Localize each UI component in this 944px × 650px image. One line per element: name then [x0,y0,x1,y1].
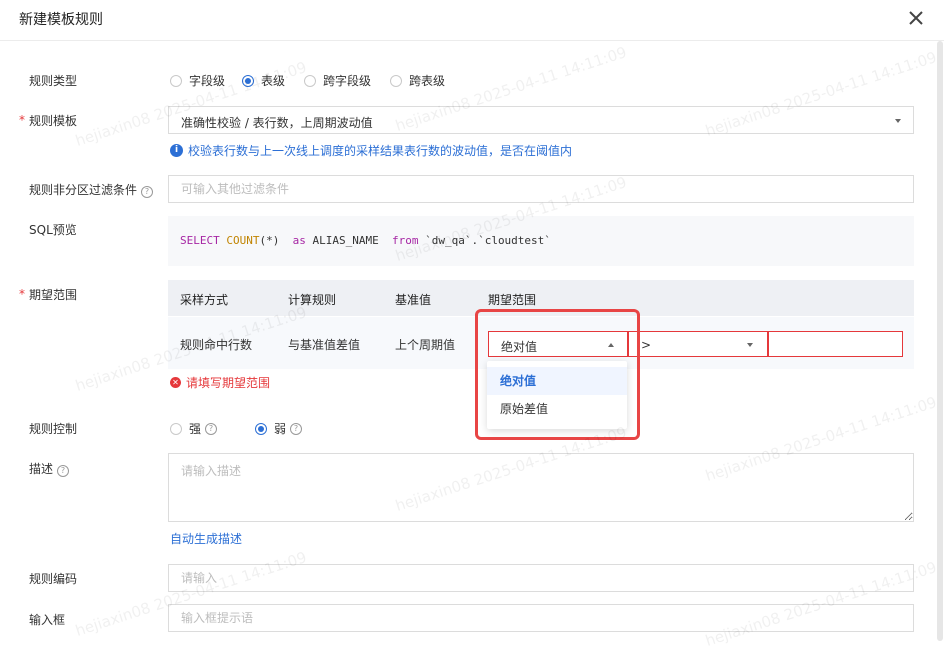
option-raw-diff[interactable]: 原始差值 [487,395,627,423]
range-error: ✕ 请填写期望范围 [170,374,270,391]
code-label: 规则编码 [29,572,78,586]
dialog-title: 新建模板规则 [19,12,103,28]
rule-type-label: 规则类型 [29,74,78,88]
code-input[interactable] [168,564,914,592]
range-value-input[interactable] [768,331,903,357]
radio-cross-table-level[interactable]: 跨表级 [390,72,445,89]
help-icon: ? [141,186,154,198]
expected-range-label: 期望范围 [29,288,78,302]
help-icon: ? [290,422,303,435]
sql-preview-label: SQL预览 [29,223,77,237]
template-hint: i 校验表行数与上一次线上调度的采样结果表行数的波动值，是否在阈值内 [170,142,572,159]
range-type-dropdown: 绝对值 原始差值 [487,361,627,429]
input-box-label: 输入框 [29,613,66,627]
help-icon: ? [57,465,70,477]
help-icon: ? [205,422,218,435]
close-icon[interactable] [906,8,926,28]
radio-table-level[interactable]: 表级 [242,72,285,89]
error-icon: ✕ [170,377,181,388]
description-textarea[interactable] [168,453,914,522]
rule-template-label: 规则模板 [29,114,78,128]
chevron-down-icon [895,119,901,123]
table-header: 采样方式 计算规则 基准值 期望范围 [168,280,914,316]
radio-field-level[interactable]: 字段级 [170,72,225,89]
rule-template-select[interactable]: 准确性校验 / 表行数，上周期波动值 [168,106,914,134]
input-box[interactable] [168,604,914,632]
radio-strong[interactable]: 强? [170,420,218,437]
filter-input[interactable] [168,175,914,203]
dialog-header: 新建模板规则 [0,0,944,41]
filter-label: 规则非分区过滤条件? [29,181,154,198]
scrollbar[interactable] [937,41,943,641]
chevron-down-icon [747,343,753,347]
radio-cross-field-level[interactable]: 跨字段级 [304,72,371,89]
radio-weak[interactable]: 弱? [255,420,303,437]
option-absolute[interactable]: 绝对值 [487,367,627,395]
chevron-up-icon [608,343,614,347]
auto-generate-link[interactable]: 自动生成描述 [170,530,242,547]
description-label: 描述? [29,460,70,477]
sql-preview: SELECT COUNT(*) as ALIAS_NAME from `dw_q… [168,216,914,266]
info-icon: i [170,144,183,157]
control-label: 规则控制 [29,422,78,436]
operator-select[interactable]: > [628,331,768,357]
range-type-select[interactable]: 绝对值 [488,331,628,357]
